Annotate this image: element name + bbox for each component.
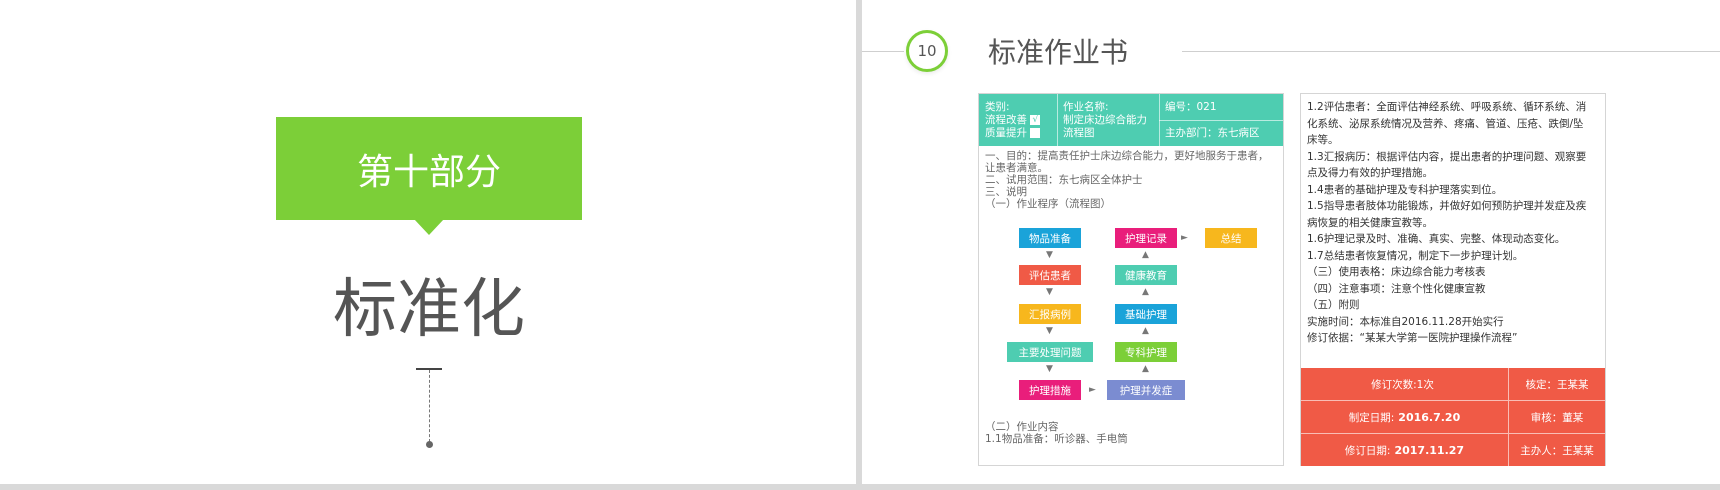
arrow-down-icon: ▼: [1046, 287, 1053, 297]
doc-line: （一）作业程序（流程图）: [985, 198, 1111, 210]
arrow-up-icon: ▲: [1142, 364, 1149, 374]
category-cell: 类别: 流程改善 √ 质量提升: [985, 101, 1041, 140]
flow-step: 护理措施: [1019, 380, 1081, 400]
header-divider: [1057, 94, 1058, 146]
revision-row: 修订次数:1次 核定：王某某: [1301, 368, 1605, 400]
checkbox-checked[interactable]: √: [1030, 115, 1041, 125]
section-title: 标准化: [333, 273, 525, 347]
arrow-down-icon: ▼: [1046, 250, 1053, 260]
arrow-up-icon: ▲: [1142, 287, 1149, 297]
category-option-process: 流程改善 √: [985, 114, 1041, 127]
doc-line: 让患者满意。: [985, 162, 1048, 174]
sop-document: 类别: 流程改善 √ 质量提升 作业名称: 制定床边综合能力 流程图 编号：02…: [978, 93, 1284, 466]
task-name-label: 作业名称:: [1063, 101, 1109, 113]
revision-table: 修订次数:1次 核定：王某某 制定日期: 2016.7.20 审核：董某 修订日…: [1301, 368, 1605, 466]
revision-value: 2016.7.20: [1398, 410, 1461, 424]
revision-row: 修订日期: 2017.11.27 主办人：王某某: [1301, 434, 1605, 466]
revision-role: 主办人：王某某: [1520, 444, 1594, 457]
slide-left: 第十部分 标准化: [0, 0, 856, 484]
category-option-process-label: 流程改善: [985, 114, 1027, 126]
header-line-left: [862, 51, 904, 52]
page-title: 标准作业书: [988, 36, 1129, 69]
arrow-down-icon: ▼: [1046, 326, 1053, 336]
details-line: 1.3汇报病历：根据评估内容，提出患者的护理问题、观察要: [1307, 150, 1587, 163]
details-line: 1.6护理记录及时、准确、真实、完整、体现动态变化。: [1307, 233, 1566, 245]
header-divider: [1159, 120, 1283, 121]
arrow-down-icon: ▼: [1046, 364, 1053, 374]
arrow-up-icon: ▲: [1142, 326, 1149, 336]
flow-step: 评估患者: [1019, 265, 1081, 285]
revision-role: 核定：王某某: [1525, 378, 1589, 391]
flow-step: 健康教育: [1115, 265, 1177, 285]
category-option-quality-label: 质量提升: [985, 127, 1027, 139]
arrow-up-icon: ▲: [1142, 250, 1149, 260]
section-number: 10: [917, 42, 937, 60]
arrow-right-icon: ►: [1181, 233, 1188, 243]
revision-cell: 修订日期: 2017.11.27: [1301, 434, 1509, 466]
section-label-pointer: [414, 219, 444, 235]
flow-end: 总结: [1205, 228, 1257, 248]
details-line: 修订依据：“某某大学第一医院护理操作流程”: [1307, 332, 1518, 344]
section-number-badge: 10: [906, 30, 948, 72]
flow-step: 基础护理: [1115, 304, 1177, 324]
flow-step: 专科护理: [1115, 342, 1177, 362]
details-line: 1.5指导患者肢体功能锻炼，并做好如何预防护理并发症及疾: [1307, 200, 1587, 212]
department: 主办部门：东七病区: [1165, 127, 1260, 139]
revision-label: 修订日期:: [1344, 444, 1391, 457]
slide-right: 10 标准作业书 类别: 流程改善 √ 质量提升 作业名称: 制定床边综合能力 …: [862, 0, 1720, 484]
doc-line: 三、说明: [985, 186, 1027, 198]
checkbox-unchecked[interactable]: [1030, 128, 1041, 138]
sop-details-panel: 1.2评估患者：全面评估神经系统、呼吸系统、循环系统、消 化系统、泌尿系统情况及…: [1300, 93, 1606, 466]
arrow-right-icon: ►: [1089, 385, 1096, 395]
category-label: 类别:: [985, 101, 1010, 113]
task-name-line2: 流程图: [1063, 127, 1095, 139]
flow-step: 护理记录: [1115, 228, 1177, 248]
details-line: （三）使用表格：床边综合能力考核表: [1307, 266, 1486, 278]
details-line: 床等。: [1307, 134, 1339, 146]
revision-value: 2017.11.27: [1394, 443, 1465, 457]
doc-line: 二、试用范围：东七病区全体护士: [985, 174, 1143, 186]
details-line: 1.7总结患者恢复情况，制定下一步护理计划。: [1307, 249, 1524, 262]
details-line: 1.2评估患者：全面评估神经系统、呼吸系统、循环系统、消: [1307, 101, 1587, 113]
section-label: 第十部分: [356, 151, 501, 193]
document-header: 类别: 流程改善 √ 质量提升 作业名称: 制定床边综合能力 流程图 编号：02…: [979, 94, 1283, 146]
revision-cell: 制定日期: 2016.7.20: [1301, 401, 1509, 433]
task-name-line1: 制定床边综合能力: [1063, 114, 1147, 126]
flow-step: 护理并发症: [1107, 380, 1185, 400]
details-line: 化系统、泌尿系统情况及营养、疼痛、管道、压疮、跌倒/坠: [1307, 117, 1584, 130]
details-line: （四）注意事项：注意个性化健康宣教: [1307, 282, 1486, 295]
details-line: （五）附则: [1307, 299, 1360, 311]
doc-line: 1.1物品准备：听诊器、手电筒: [985, 433, 1128, 445]
category-option-quality: 质量提升: [985, 127, 1041, 140]
document-code: 编号：021: [1165, 101, 1217, 113]
revision-label: 修订次数:1次: [1371, 378, 1434, 391]
flow-step: 物品准备: [1019, 228, 1081, 248]
dashed-divider: [429, 370, 430, 442]
section-label-box: 第十部分: [276, 117, 582, 220]
details-line: 病恢复的相关健康宣教等。: [1307, 216, 1433, 229]
revision-row: 制定日期: 2016.7.20 审核：董某: [1301, 401, 1605, 433]
revision-role: 审核：董某: [1530, 411, 1584, 424]
details-line: 点及得力有效的护理措施。: [1307, 167, 1433, 179]
task-name-cell: 作业名称: 制定床边综合能力 流程图: [1063, 101, 1147, 140]
revision-cell: 修订次数:1次: [1301, 368, 1509, 400]
divider-dot: [426, 441, 433, 448]
revision-label: 制定日期:: [1348, 411, 1395, 424]
doc-line: （二）作业内容: [985, 421, 1059, 433]
details-line: 1.4患者的基础护理及专科护理落实到位。: [1307, 183, 1503, 196]
doc-line: 一、目的：提高责任护士床边综合能力，更好地服务于患者，: [985, 150, 1269, 162]
flow-step: 主要处理问题: [1007, 342, 1093, 362]
details-line: 实施时间：本标准自2016.11.28开始实行: [1307, 315, 1504, 328]
details-text: 1.2评估患者：全面评估神经系统、呼吸系统、循环系统、消 化系统、泌尿系统情况及…: [1307, 99, 1601, 347]
flow-step: 汇报病例: [1019, 304, 1081, 324]
header-line-right: [1182, 51, 1720, 52]
